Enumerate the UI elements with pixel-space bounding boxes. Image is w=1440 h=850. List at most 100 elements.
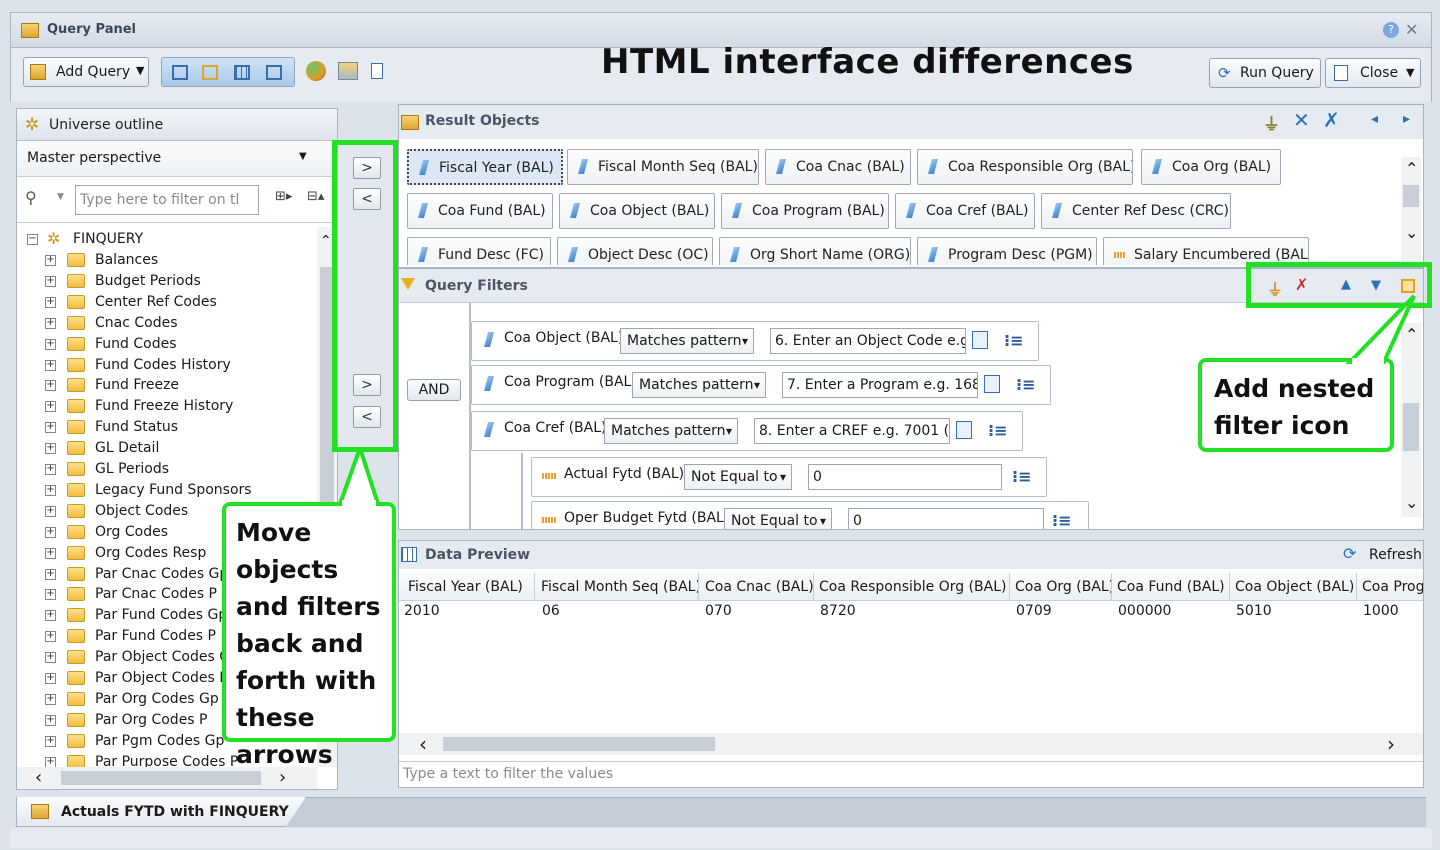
tree-item[interactable]: + Budget Periods [17, 271, 317, 292]
collapse-icon[interactable]: − [27, 234, 38, 245]
refresh-button[interactable]: Refresh [1369, 547, 1422, 563]
expand-icon[interactable]: + [45, 693, 56, 705]
value-list-icon[interactable]: ⁝≡ [1052, 511, 1071, 529]
result-chip[interactable]: Coa Cref (BAL) [895, 193, 1035, 229]
expand-icon[interactable]: + [45, 505, 56, 517]
scroll-right-icon[interactable]: › [1387, 732, 1395, 756]
filter-operator-select[interactable]: Matches pattern [620, 328, 754, 354]
filter-options-icon[interactable]: ⚲ [25, 188, 37, 207]
value-list-icon[interactable]: ⁝≡ [988, 421, 1007, 440]
outline-filter-input[interactable]: Type here to filter on tl [75, 185, 259, 215]
column-header[interactable]: Fiscal Year (BAL) [403, 573, 535, 601]
tree-item[interactable]: + Fund Freeze [17, 375, 317, 396]
expand-icon[interactable]: + [45, 422, 56, 434]
filter-operator-select[interactable]: Matches pattern [632, 372, 766, 398]
scroll-down-icon[interactable]: ⌄ [1405, 493, 1418, 512]
result-chip[interactable]: Center Ref Desc (CRC) [1041, 193, 1231, 229]
result-chip[interactable]: Coa Fund (BAL) [407, 193, 553, 229]
filter-value-input[interactable]: 7. Enter a Program e.g. 1688 [782, 372, 978, 398]
add-query-button[interactable]: Add Query ▼ [23, 57, 149, 87]
remove-icon[interactable]: ✕ [1293, 108, 1310, 132]
expand-all-icon[interactable]: ⊞▸ [275, 189, 292, 204]
close-button[interactable]: Close ▼ [1325, 58, 1421, 88]
result-chip[interactable]: Coa Responsible Org (BAL) [917, 149, 1133, 185]
refresh-icon[interactable]: ⟳ [1343, 544, 1356, 563]
filter-value-input[interactable]: 0 [848, 508, 1044, 529]
result-chip[interactable]: Coa Program (BAL) [721, 193, 889, 229]
column-header[interactable]: Coa Fund (BAL) [1112, 573, 1230, 601]
result-chip[interactable]: Coa Object (BAL) [559, 193, 715, 229]
expand-icon[interactable]: + [45, 610, 56, 622]
result-chip[interactable]: Object Desc (OC) [557, 237, 713, 265]
hscroll-thumb[interactable] [443, 737, 715, 751]
expand-icon[interactable]: + [45, 255, 56, 266]
tree-item[interactable]: + Legacy Fund Sponsors [17, 480, 317, 501]
column-header[interactable]: Coa Cnac (BAL) [700, 573, 814, 601]
expand-icon[interactable]: + [45, 359, 56, 371]
result-chip[interactable]: Salary Encumbered (BAL) [1103, 237, 1309, 265]
layout-icon[interactable] [172, 65, 188, 80]
expand-icon[interactable]: + [45, 547, 56, 559]
prompt-icon[interactable] [972, 331, 988, 349]
column-header[interactable]: Fiscal Month Seq (BAL) [536, 573, 699, 601]
expand-icon[interactable]: + [45, 735, 56, 747]
expand-icon[interactable]: + [45, 589, 56, 601]
result-chip[interactable]: Coa Org (BAL) [1141, 149, 1281, 185]
scroll-up-icon[interactable]: ⌃ [320, 233, 332, 249]
move-right-icon[interactable]: ▸ [1403, 111, 1410, 127]
expand-icon[interactable]: + [45, 317, 56, 329]
grid-icon[interactable] [234, 65, 250, 80]
column-header[interactable]: Coa Progr [1357, 573, 1423, 601]
tree-item[interactable]: + Cnac Codes [17, 313, 317, 334]
column-header[interactable]: Coa Object (BAL) [1230, 573, 1357, 601]
result-chip[interactable]: Program Desc (PGM) [917, 237, 1097, 265]
expand-icon[interactable]: + [45, 275, 56, 287]
expand-icon[interactable]: + [45, 568, 56, 580]
and-operator-button[interactable]: AND [407, 379, 461, 401]
query-tab[interactable]: Actuals FYTD with FINQUERY [16, 797, 306, 827]
tree-item[interactable]: + Fund Codes History [17, 355, 317, 376]
expand-icon[interactable]: + [45, 631, 56, 643]
tree-item[interactable]: + Fund Codes [17, 334, 317, 355]
expand-icon[interactable]: + [45, 714, 56, 726]
remove-all-icon[interactable]: ✗ [1323, 108, 1340, 132]
expand-icon[interactable]: + [45, 443, 56, 455]
chevron-down-icon[interactable]: ▼ [57, 192, 64, 202]
document-icon[interactable] [371, 63, 383, 79]
result-chip[interactable]: Fund Desc (FC) [407, 237, 551, 265]
scroll-down-icon[interactable]: ⌄ [1405, 223, 1418, 242]
properties-icon[interactable] [338, 62, 358, 80]
tree-item[interactable]: + Balances [17, 250, 317, 271]
result-chip[interactable]: Fiscal Year (BAL) [407, 149, 563, 185]
filter-pane-icon[interactable] [202, 65, 218, 80]
scroll-up-icon[interactable]: ⌃ [1405, 159, 1418, 178]
scroll-left-icon[interactable]: ‹ [35, 767, 42, 788]
preview-icon[interactable] [266, 65, 282, 80]
scroll-thumb[interactable] [1403, 403, 1419, 451]
value-list-icon[interactable]: ⁝≡ [1004, 331, 1023, 350]
expand-icon[interactable]: + [45, 338, 56, 350]
preview-horizontal-scrollbar[interactable]: ‹ › [399, 732, 1423, 756]
expand-icon[interactable]: + [45, 401, 56, 413]
value-list-icon[interactable]: ⁝≡ [1012, 467, 1031, 486]
sql-icon[interactable] [306, 61, 326, 81]
filter-add-icon[interactable]: ⏚ [1263, 110, 1280, 135]
move-left-icon[interactable]: ◂ [1371, 111, 1378, 127]
expand-icon[interactable]: + [45, 756, 56, 767]
preview-filter-input[interactable]: Type a text to filter the values [399, 761, 1423, 787]
perspective-select[interactable]: Master perspective ▼ [17, 141, 337, 177]
filter-value-input[interactable]: 0 [808, 464, 1002, 490]
filter-operator-select[interactable]: Matches pattern [604, 418, 738, 444]
help-icon[interactable]: ? [1383, 22, 1399, 38]
tree-item[interactable]: + GL Periods [17, 459, 317, 480]
filter-operator-select[interactable]: Not Equal to [724, 508, 832, 529]
column-header[interactable]: Coa Responsible Org (BAL) [814, 573, 1010, 601]
result-chip[interactable]: Coa Cnac (BAL) [765, 149, 911, 185]
results-vertical-scrollbar[interactable]: ⌃ ⌄ [1401, 157, 1421, 265]
prompt-icon[interactable] [984, 375, 1000, 393]
tree-item[interactable]: + GL Detail [17, 438, 317, 459]
expand-icon[interactable]: + [45, 296, 56, 308]
column-header[interactable]: Coa Org (BAL) [1010, 573, 1112, 601]
result-chip[interactable]: Fiscal Month Seq (BAL) [567, 149, 759, 185]
tree-root[interactable]: − ✲ FINQUERY [17, 229, 317, 250]
